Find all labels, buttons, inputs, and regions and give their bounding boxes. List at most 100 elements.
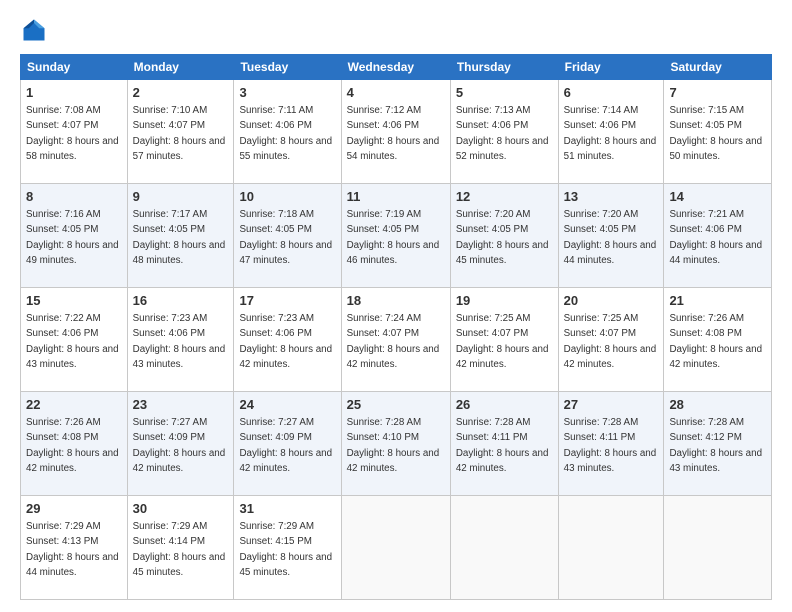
calendar-cell: 10 Sunrise: 7:18 AMSunset: 4:05 PMDayligh… [234, 184, 341, 288]
day-info: Sunrise: 7:14 AMSunset: 4:06 PMDaylight:… [564, 105, 657, 162]
calendar-cell: 1 Sunrise: 7:08 AMSunset: 4:07 PMDaylight… [21, 80, 128, 184]
weekday-thursday: Thursday [450, 55, 558, 80]
day-number: 7 [669, 84, 766, 102]
day-number: 4 [347, 84, 445, 102]
calendar-cell: 20Sunrise: 7:25 AMSunset: 4:07 PMDayligh… [558, 288, 664, 392]
day-info: Sunrise: 7:19 AMSunset: 4:05 PMDaylight:… [347, 209, 440, 266]
week-row-2: 8Sunrise: 7:16 AMSunset: 4:05 PMDaylight… [21, 184, 772, 288]
calendar-cell: 13Sunrise: 7:20 AMSunset: 4:05 PMDayligh… [558, 184, 664, 288]
day-number: 24 [239, 396, 335, 414]
calendar-cell: 12 Sunrise: 7:20 AMSunset: 4:05 PMDayligh… [450, 184, 558, 288]
day-info: Sunrise: 7:26 AMSunset: 4:08 PMDaylight:… [669, 313, 762, 370]
calendar-cell [450, 496, 558, 600]
day-number: 6 [564, 84, 659, 102]
calendar-table: SundayMondayTuesdayWednesdayThursdayFrid… [20, 54, 772, 600]
calendar-cell: 11 Sunrise: 7:19 AMSunset: 4:05 PMDayligh… [341, 184, 450, 288]
calendar-cell: 21 Sunrise: 7:26 AMSunset: 4:08 PMDayligh… [664, 288, 772, 392]
day-number: 31 [239, 500, 335, 518]
day-number: 29 [26, 500, 122, 518]
day-number: 27 [564, 396, 659, 414]
day-number: 3 [239, 84, 335, 102]
day-number: 21 [669, 292, 766, 310]
weekday-friday: Friday [558, 55, 664, 80]
day-info: Sunrise: 7:17 AMSunset: 4:05 PMDaylight:… [133, 209, 226, 266]
day-info: Sunrise: 7:15 AMSunset: 4:05 PMDaylight:… [669, 105, 762, 162]
calendar-cell: 17 Sunrise: 7:23 AMSunset: 4:06 PMDayligh… [234, 288, 341, 392]
day-info: Sunrise: 7:13 AMSunset: 4:06 PMDaylight:… [456, 105, 549, 162]
header [20, 16, 772, 44]
day-info: Sunrise: 7:08 AMSunset: 4:07 PMDaylight:… [26, 105, 119, 162]
weekday-tuesday: Tuesday [234, 55, 341, 80]
day-info: Sunrise: 7:23 AMSunset: 4:06 PMDaylight:… [133, 313, 226, 370]
day-number: 14 [669, 188, 766, 206]
calendar-cell: 30 Sunrise: 7:29 AMSunset: 4:14 PMDayligh… [127, 496, 234, 600]
calendar-cell: 2Sunrise: 7:10 AMSunset: 4:07 PMDaylight… [127, 80, 234, 184]
day-number: 22 [26, 396, 122, 414]
calendar-cell: 14 Sunrise: 7:21 AMSunset: 4:06 PMDayligh… [664, 184, 772, 288]
day-info: Sunrise: 7:20 AMSunset: 4:05 PMDaylight:… [456, 209, 549, 266]
calendar-cell: 16 Sunrise: 7:23 AMSunset: 4:06 PMDayligh… [127, 288, 234, 392]
day-info: Sunrise: 7:27 AMSunset: 4:09 PMDaylight:… [133, 417, 226, 474]
calendar-cell: 8Sunrise: 7:16 AMSunset: 4:05 PMDaylight… [21, 184, 128, 288]
day-number: 13 [564, 188, 659, 206]
week-row-5: 29 Sunrise: 7:29 AMSunset: 4:13 PMDayligh… [21, 496, 772, 600]
calendar-cell: 3 Sunrise: 7:11 AMSunset: 4:06 PMDaylight… [234, 80, 341, 184]
day-number: 26 [456, 396, 553, 414]
calendar-cell: 24 Sunrise: 7:27 AMSunset: 4:09 PMDayligh… [234, 392, 341, 496]
day-info: Sunrise: 7:26 AMSunset: 4:08 PMDaylight:… [26, 417, 119, 474]
week-row-4: 22 Sunrise: 7:26 AMSunset: 4:08 PMDayligh… [21, 392, 772, 496]
calendar-cell: 28Sunrise: 7:28 AMSunset: 4:12 PMDayligh… [664, 392, 772, 496]
logo-icon [20, 16, 48, 44]
day-number: 20 [564, 292, 659, 310]
day-info: Sunrise: 7:24 AMSunset: 4:07 PMDaylight:… [347, 313, 440, 370]
day-info: Sunrise: 7:18 AMSunset: 4:05 PMDaylight:… [239, 209, 332, 266]
day-info: Sunrise: 7:23 AMSunset: 4:06 PMDaylight:… [239, 313, 332, 370]
day-info: Sunrise: 7:27 AMSunset: 4:09 PMDaylight:… [239, 417, 332, 474]
calendar-cell: 15 Sunrise: 7:22 AMSunset: 4:06 PMDayligh… [21, 288, 128, 392]
day-number: 9 [133, 188, 229, 206]
logo [20, 16, 52, 44]
day-number: 1 [26, 84, 122, 102]
calendar-cell: 18 Sunrise: 7:24 AMSunset: 4:07 PMDayligh… [341, 288, 450, 392]
calendar-cell: 22 Sunrise: 7:26 AMSunset: 4:08 PMDayligh… [21, 392, 128, 496]
page: SundayMondayTuesdayWednesdayThursdayFrid… [0, 0, 792, 612]
calendar-cell: 31 Sunrise: 7:29 AMSunset: 4:15 PMDayligh… [234, 496, 341, 600]
day-info: Sunrise: 7:11 AMSunset: 4:06 PMDaylight:… [239, 105, 332, 162]
day-info: Sunrise: 7:12 AMSunset: 4:06 PMDaylight:… [347, 105, 440, 162]
day-info: Sunrise: 7:22 AMSunset: 4:06 PMDaylight:… [26, 313, 119, 370]
day-number: 16 [133, 292, 229, 310]
day-info: Sunrise: 7:29 AMSunset: 4:15 PMDaylight:… [239, 521, 332, 578]
day-info: Sunrise: 7:29 AMSunset: 4:13 PMDaylight:… [26, 521, 119, 578]
week-row-3: 15 Sunrise: 7:22 AMSunset: 4:06 PMDayligh… [21, 288, 772, 392]
day-info: Sunrise: 7:29 AMSunset: 4:14 PMDaylight:… [133, 521, 226, 578]
day-number: 11 [347, 188, 445, 206]
calendar-cell [558, 496, 664, 600]
weekday-monday: Monday [127, 55, 234, 80]
day-number: 25 [347, 396, 445, 414]
calendar-cell: 26 Sunrise: 7:28 AMSunset: 4:11 PMDayligh… [450, 392, 558, 496]
day-info: Sunrise: 7:28 AMSunset: 4:12 PMDaylight:… [669, 417, 762, 474]
day-number: 15 [26, 292, 122, 310]
calendar-cell: 27Sunrise: 7:28 AMSunset: 4:11 PMDayligh… [558, 392, 664, 496]
day-number: 17 [239, 292, 335, 310]
day-info: Sunrise: 7:21 AMSunset: 4:06 PMDaylight:… [669, 209, 762, 266]
weekday-header-row: SundayMondayTuesdayWednesdayThursdayFrid… [21, 55, 772, 80]
calendar-cell: 7 Sunrise: 7:15 AMSunset: 4:05 PMDaylight… [664, 80, 772, 184]
calendar-cell: 25 Sunrise: 7:28 AMSunset: 4:10 PMDayligh… [341, 392, 450, 496]
day-number: 30 [133, 500, 229, 518]
day-number: 8 [26, 188, 122, 206]
day-number: 18 [347, 292, 445, 310]
weekday-wednesday: Wednesday [341, 55, 450, 80]
day-number: 19 [456, 292, 553, 310]
day-info: Sunrise: 7:25 AMSunset: 4:07 PMDaylight:… [456, 313, 549, 370]
weekday-saturday: Saturday [664, 55, 772, 80]
weekday-sunday: Sunday [21, 55, 128, 80]
week-row-1: 1 Sunrise: 7:08 AMSunset: 4:07 PMDaylight… [21, 80, 772, 184]
day-info: Sunrise: 7:10 AMSunset: 4:07 PMDaylight:… [133, 105, 226, 162]
day-number: 10 [239, 188, 335, 206]
calendar-cell [664, 496, 772, 600]
day-info: Sunrise: 7:28 AMSunset: 4:11 PMDaylight:… [456, 417, 549, 474]
day-number: 12 [456, 188, 553, 206]
day-info: Sunrise: 7:28 AMSunset: 4:10 PMDaylight:… [347, 417, 440, 474]
day-number: 5 [456, 84, 553, 102]
